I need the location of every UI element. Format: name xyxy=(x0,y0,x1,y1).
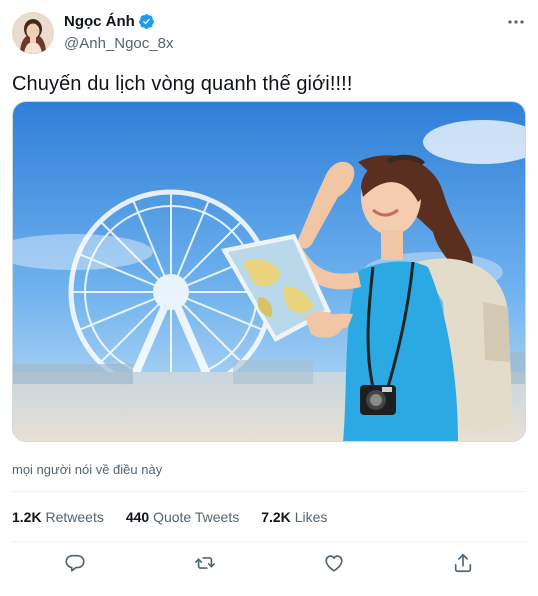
reply-button[interactable] xyxy=(62,550,88,576)
likes-stat[interactable]: 7.2K Likes xyxy=(261,509,327,525)
likes-label: Likes xyxy=(294,509,328,525)
quote-tweets-label: Quote Tweets xyxy=(153,509,240,525)
like-button[interactable] xyxy=(321,550,347,576)
tweet-text: Chuyến du lịch vòng quanh thế giới!!!! xyxy=(12,73,353,95)
like-icon xyxy=(325,555,343,572)
tweet-action-bar xyxy=(0,550,538,578)
quote-tweets-stat[interactable]: 440 Quote Tweets xyxy=(126,509,239,525)
tweet-card: Ngọc Ánh @Anh_Ngoc_8x Chuyến du lịch vòn… xyxy=(0,0,538,596)
retweets-stat[interactable]: 1.2K Retweets xyxy=(12,509,104,525)
divider xyxy=(12,491,526,492)
retweets-count: 1.2K xyxy=(12,509,42,525)
avatar[interactable] xyxy=(12,12,54,54)
retweets-label: Retweets xyxy=(45,509,104,525)
verified-badge-icon xyxy=(138,14,154,29)
reply-icon xyxy=(65,554,85,572)
user-handle[interactable]: @Anh_Ngoc_8x xyxy=(64,35,173,52)
likes-count: 7.2K xyxy=(261,509,291,525)
more-dots-icon xyxy=(508,20,524,24)
tweet-stats: 1.2K Retweets 440 Quote Tweets 7.2K Like… xyxy=(12,509,349,525)
user-name-text[interactable]: Ngọc Ánh xyxy=(64,13,135,30)
quote-tweets-count: 440 xyxy=(125,509,150,525)
retweet-button[interactable] xyxy=(192,550,218,576)
share-button[interactable] xyxy=(450,550,476,576)
tweet-photo[interactable] xyxy=(12,101,526,442)
photo-travel-girl-image xyxy=(13,102,525,441)
user-name[interactable]: Ngọc Ánh xyxy=(64,13,155,30)
more-options-button[interactable] xyxy=(506,12,526,32)
social-context-link[interactable]: mọi người nói về điều này xyxy=(12,462,162,477)
divider xyxy=(12,541,526,542)
share-icon xyxy=(454,553,472,573)
retweet-icon xyxy=(195,557,215,569)
